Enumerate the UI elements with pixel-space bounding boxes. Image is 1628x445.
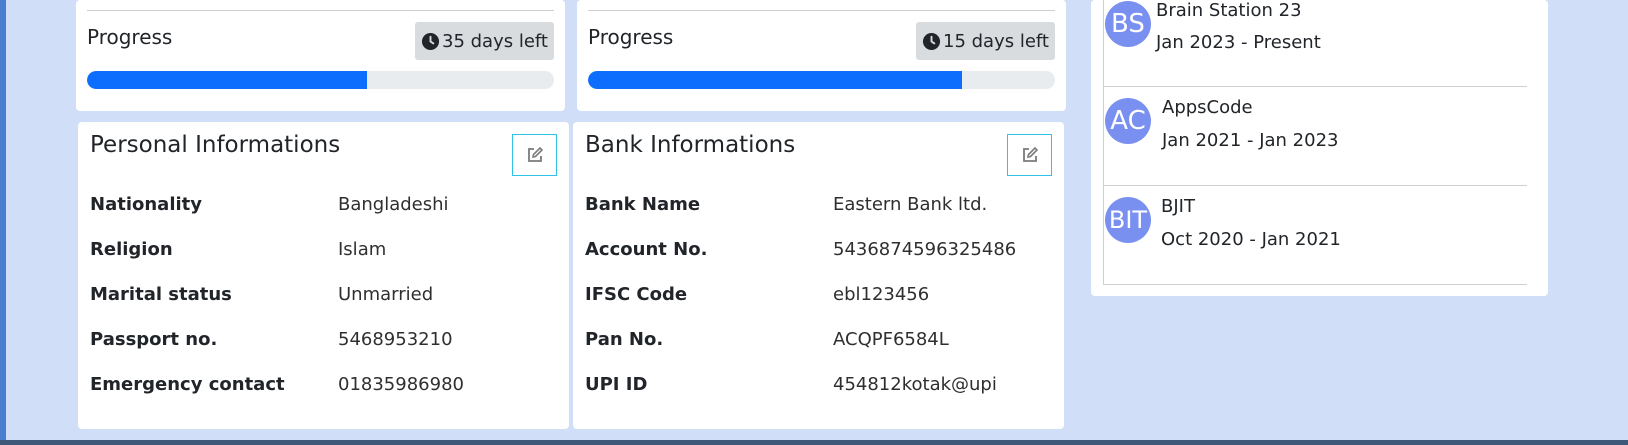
days-left-text: 15 days left [943,30,1049,52]
info-value: Unmarried [338,284,434,305]
progress-bar [588,71,1055,89]
info-value: Eastern Bank ltd. [833,194,988,215]
info-key: Pan No. [585,329,664,350]
info-value: ACQPF6584L [833,329,949,350]
info-value: Bangladeshi [338,194,449,215]
info-key: Bank Name [585,194,701,215]
company-name: Brain Station 23 [1156,0,1302,21]
company-avatar: BIT [1105,197,1151,243]
progress-card-1: Progress 35 days left [76,0,565,111]
info-value: ebl123456 [833,284,930,305]
edit-icon [1022,146,1038,162]
employment-period: Jan 2021 - Jan 2023 [1162,130,1339,151]
edit-personal-button[interactable] [512,134,557,176]
company-name: BJIT [1161,196,1195,217]
personal-info-title: Personal Informations [90,132,341,158]
clock-icon [421,32,440,50]
days-left-badge: 35 days left [415,22,554,60]
info-value: 5468953210 [338,329,453,350]
info-key: Marital status [90,284,232,305]
days-left-badge: 15 days left [916,22,1055,60]
progress-bar-fill [588,71,962,89]
info-value: 454812kotak@upi [833,374,997,395]
experience-item: AC AppsCode Jan 2021 - Jan 2023 [1103,87,1527,186]
clock-icon [922,32,941,50]
info-key: Religion [90,239,173,260]
left-sidebar-edge [0,0,6,445]
company-avatar: AC [1105,98,1151,144]
info-key: UPI ID [585,374,648,395]
info-key: Account No. [585,239,708,260]
company-avatar: BS [1105,1,1151,47]
progress-label: Progress [588,25,674,49]
info-value: Islam [338,239,387,260]
divider [87,10,554,11]
edit-icon [527,146,543,162]
info-key: Nationality [90,194,202,215]
progress-bar-fill [87,71,368,89]
divider [588,10,1055,11]
company-name: AppsCode [1162,97,1253,118]
edit-bank-button[interactable] [1007,134,1052,176]
experience-card: BS Brain Station 23 Jan 2023 - Present A… [1091,0,1548,296]
info-key: Emergency contact [90,374,285,395]
bank-info-card: Bank Informations Bank Name Eastern Bank… [573,122,1064,429]
employment-period: Oct 2020 - Jan 2021 [1161,229,1341,250]
experience-item: BS Brain Station 23 Jan 2023 - Present [1103,0,1527,87]
bank-info-title: Bank Informations [585,132,796,158]
employment-period: Jan 2023 - Present [1156,32,1321,53]
divider [1103,284,1527,285]
info-value: 5436874596325486 [833,239,1017,260]
bottom-bar [0,440,1628,445]
experience-item: BIT BJIT Oct 2020 - Jan 2021 [1103,186,1527,285]
info-key: Passport no. [90,329,218,350]
progress-label: Progress [87,25,173,49]
days-left-text: 35 days left [442,30,548,52]
progress-bar [87,71,554,89]
info-key: IFSC Code [585,284,688,305]
progress-card-2: Progress 15 days left [577,0,1066,111]
personal-info-card: Personal Informations Nationality Bangla… [78,122,569,429]
info-value: 01835986980 [338,374,464,395]
